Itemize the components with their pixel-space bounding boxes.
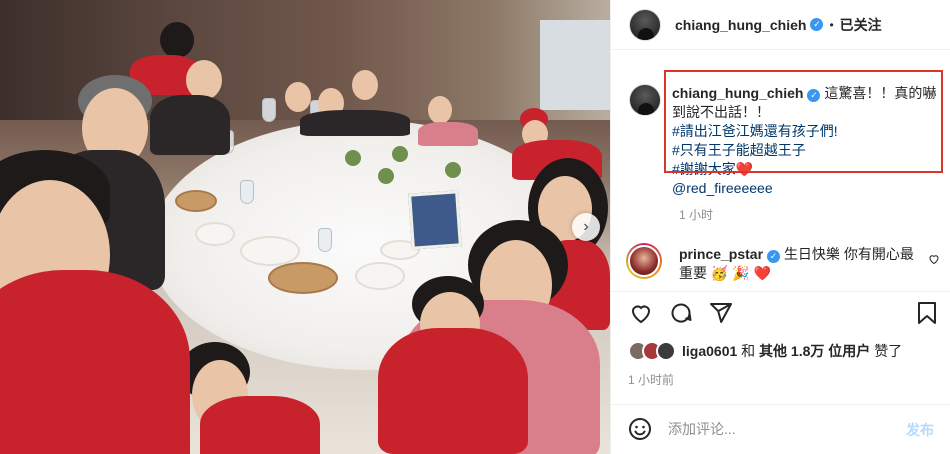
comment-text: prince_pstar ✓ 生日快樂 你有開心最重要 🥳 🎉 ❤️ [679,245,919,283]
photo-greeting-card [408,190,462,250]
photo-person-body [0,270,190,454]
photo-plate [195,222,235,246]
verified-badge-icon: ✓ [807,89,821,102]
photo-plate [240,236,300,266]
photo-person-body [300,110,410,136]
photo-glass [318,228,332,252]
likes-connector: 和 [741,343,756,359]
hashtag-link[interactable]: #謝謝大家 [672,161,736,177]
likes-suffix: 赞了 [874,343,903,359]
photo-person [428,96,452,124]
comment-emojis: 🥳 🎉 ❤️ [710,265,771,281]
caption-timestamp: 1 小时 [679,208,714,222]
photo-person [186,60,222,100]
photo-person-body [150,95,230,155]
comment-icon[interactable] [668,300,694,326]
follow-button[interactable]: 已关注 [840,15,882,35]
comment-like-heart-icon[interactable] [928,253,940,268]
photo-plate [355,262,405,290]
photo-person-body [378,328,528,454]
post-timestamp: 1 小时前 [628,373,675,387]
mention-link[interactable]: @red_fireeeeee [672,180,773,196]
post-photo[interactable]: › [0,0,610,454]
actions-divider [611,291,950,292]
likes-text: liga0601 和 其他 1.8万 位用户 赞了 [682,341,902,361]
chevron-right-icon: › [583,218,589,235]
heart-emoji: ❤️ [735,161,754,177]
next-photo-button[interactable]: › [572,213,600,241]
author-avatar[interactable] [629,8,661,41]
liker-avatar[interactable] [656,341,676,361]
likes-others-link[interactable]: 其他 1.8万 位用户 [759,343,870,359]
caption-text: chiang_hung_chieh ✓ 這驚喜！！真的嚇到說不出話！！ #請出江爸… [672,84,942,198]
commenter-username[interactable]: prince_pstar [679,246,763,262]
verified-badge-icon: ✓ [767,250,781,263]
photo-person [352,70,378,100]
heart-icon[interactable] [628,300,654,326]
photo-glass [240,180,254,204]
comment-item: prince_pstar ✓ 生日快樂 你有開心最重要 🥳 🎉 ❤️ [626,243,944,281]
photo-person [160,22,194,58]
composer-divider [611,404,950,405]
photo-person-body [418,122,478,146]
hashtag-link[interactable]: #只有王子能超越王子 [672,142,806,158]
share-icon[interactable] [708,300,734,326]
photo-person [285,82,311,112]
photo-flower [392,146,408,162]
author-username[interactable]: chiang_hung_chieh [675,17,806,33]
emoji-icon[interactable] [628,417,652,441]
photo-person-body [200,396,320,454]
photo-flower [345,150,361,166]
photo-bread-board [175,190,217,212]
header-separator: • [829,17,834,32]
photo-flower [378,168,394,184]
hashtag-link[interactable]: #請出江爸江媽還有孩子們! [672,123,838,139]
post-header: chiang_hung_chieh ✓ • 已关注 [611,0,950,50]
post-action-bar [628,300,940,326]
instagram-post: › chiang_hung_chieh ✓ • 已关注 chiang_hung_… [0,0,950,454]
photo-window [540,20,610,110]
post-comment-button[interactable]: 发布 [906,420,934,440]
caption-avatar[interactable] [629,84,661,116]
liker-username[interactable]: liga0601 [682,343,737,359]
commenter-avatar[interactable] [626,243,662,279]
likes-summary: liga0601 和 其他 1.8万 位用户 赞了 [628,341,902,361]
photo-bread-board [268,262,338,294]
caption-username[interactable]: chiang_hung_chieh [672,85,803,101]
comment-input[interactable] [668,419,888,439]
bookmark-icon[interactable] [914,300,940,326]
verified-badge-icon: ✓ [810,18,824,31]
photo-glass [262,98,276,122]
photo-flower [445,162,461,178]
